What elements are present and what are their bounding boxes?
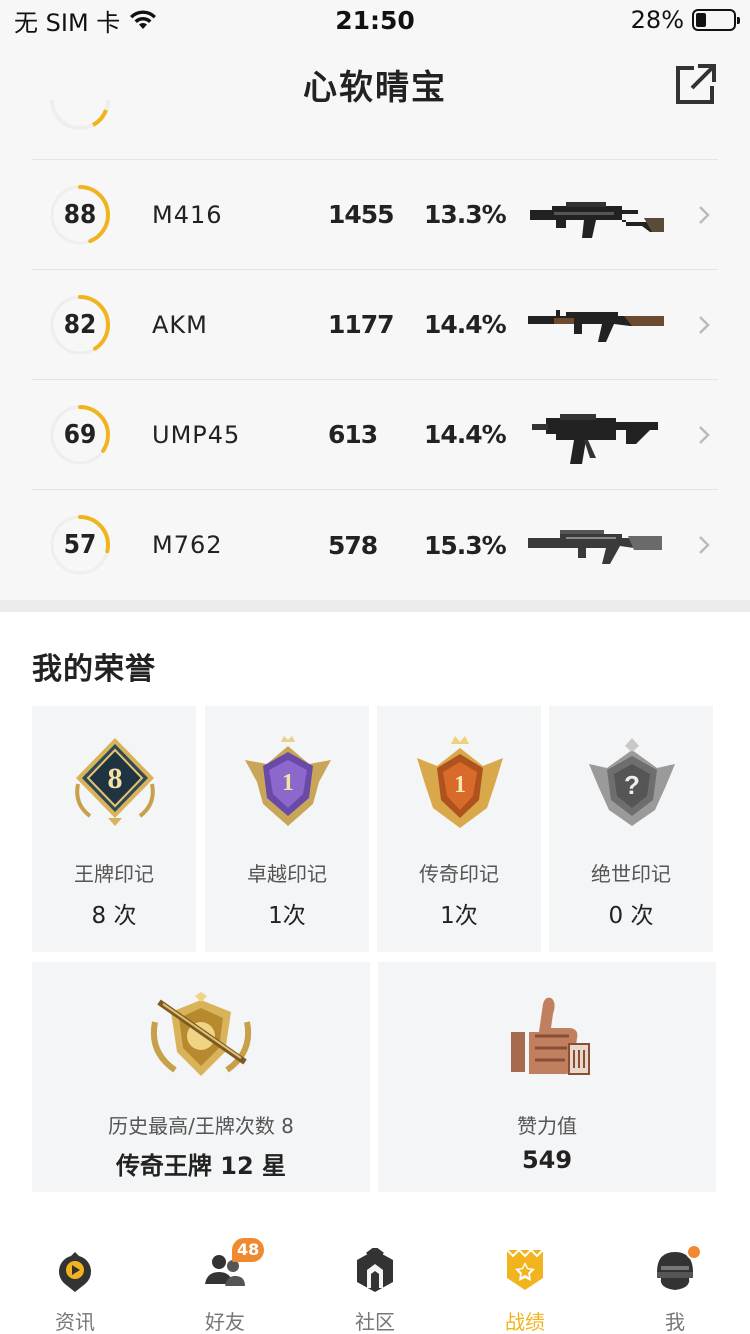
badge-number: 1 — [282, 770, 294, 796]
highest-rank-value: 传奇王牌 12 星 — [115, 1152, 287, 1180]
tab-bar: 资讯 48 好友 社区 战绩 我 — [0, 1232, 750, 1334]
share-icon[interactable] — [674, 62, 718, 106]
weapon-name: AKM — [152, 310, 208, 339]
weapon-rate: 14.4% — [424, 310, 507, 339]
conqueror-emblem-icon — [151, 992, 251, 1076]
weapon-kill-count: 613 — [328, 420, 378, 449]
page-title: 心软晴宝 — [303, 67, 447, 108]
notification-dot — [686, 1244, 702, 1260]
weapon-row[interactable]: 69 UMP45 613 14.4% — [32, 380, 718, 490]
ace-badge-icon: 8 — [75, 738, 155, 826]
badge-label: 绝世印记 — [591, 862, 671, 886]
highest-rank-label: 历史最高/王牌次数 8 — [108, 1114, 294, 1138]
weapon-kill-count: 1455 — [328, 200, 395, 229]
legend-badge-icon: 1 — [417, 736, 503, 828]
weapon-rate: 15.3% — [424, 530, 507, 560]
weapon-name: UMP45 — [152, 420, 241, 449]
friends-count-badge: 48 — [232, 1238, 265, 1262]
weapon-score: 88 — [63, 200, 97, 230]
carrier-text: 无 SIM 卡 — [14, 8, 121, 37]
weapon-name: M416 — [152, 200, 223, 229]
weapon-rate: 14.4% — [424, 420, 507, 449]
honor-section: 我的荣誉 8 王牌印记 8 次 1 卓越印记 1次 1 传奇印记 1次 ? 绝世… — [0, 612, 750, 1232]
weapon-kill-count: 578 — [328, 530, 378, 560]
badge-card-ace[interactable]: 8 王牌印记 8 次 — [32, 706, 196, 952]
badge-count: 0 次 — [608, 903, 654, 929]
chevron-right-icon — [699, 536, 710, 554]
weapon-name: M762 — [152, 531, 223, 559]
wifi-icon — [130, 10, 157, 29]
chevron-right-icon — [699, 426, 710, 444]
m416-rifle-icon — [530, 202, 664, 238]
m762-rifle-icon — [528, 530, 662, 564]
likes-card[interactable]: 赞力值 549 — [378, 962, 716, 1192]
honor-title: 我的荣誉 — [32, 652, 156, 687]
list-item-partial — [32, 100, 718, 160]
badge-number: ? — [624, 770, 640, 800]
likes-label: 赞力值 — [517, 1114, 577, 1138]
ump45-smg-icon — [532, 414, 658, 464]
tab-news[interactable]: 资讯 — [0, 1232, 150, 1334]
chevron-right-icon — [699, 206, 710, 224]
battery-percent: 28% — [630, 6, 684, 34]
weapon-row[interactable]: 57 M762 578 15.3% — [32, 490, 718, 600]
tab-label: 好友 — [205, 1310, 245, 1334]
badge-card-legend[interactable]: 1 传奇印记 1次 — [377, 706, 541, 952]
score-ring-partial — [50, 100, 110, 130]
akm-rifle-icon — [528, 310, 664, 342]
weapon-kill-count: 1177 — [328, 310, 395, 339]
tab-label: 战绩 — [505, 1310, 545, 1334]
weapon-score: 57 — [63, 530, 97, 560]
badge-number: 8 — [108, 762, 123, 795]
badge-count: 8 次 — [91, 903, 137, 929]
weapon-row[interactable]: 88 M416 1455 13.3% — [32, 160, 718, 270]
tab-label: 社区 — [355, 1310, 395, 1334]
record-icon — [506, 1248, 544, 1290]
badge-card-excellence[interactable]: 1 卓越印记 1次 — [205, 706, 369, 952]
highest-rank-card[interactable]: 历史最高/王牌次数 8 传奇王牌 12 星 — [32, 962, 370, 1192]
weapon-rate: 13.3% — [424, 200, 507, 229]
battery-fill — [696, 13, 707, 27]
tab-community[interactable]: 社区 — [300, 1232, 450, 1334]
tab-label: 资讯 — [55, 1310, 95, 1334]
weapon-score: 82 — [63, 310, 97, 340]
status-left: 无 SIM 卡 — [14, 3, 158, 38]
tab-label: 我 — [665, 1310, 685, 1334]
badge-number: 1 — [454, 772, 466, 798]
excellence-badge-icon: 1 — [245, 736, 331, 826]
likes-value: 549 — [521, 1146, 573, 1174]
section-divider — [0, 600, 750, 612]
badge-label: 卓越印记 — [247, 862, 327, 886]
community-icon — [357, 1248, 393, 1292]
thumbs-up-icon — [511, 997, 590, 1075]
peerless-badge-icon: ? — [589, 738, 675, 826]
badge-label: 王牌印记 — [74, 862, 154, 886]
status-bar: 无 SIM 卡 21:50 28% — [0, 0, 750, 40]
weapon-row[interactable]: 82 AKM 1177 14.4% — [32, 270, 718, 380]
battery-icon — [692, 9, 740, 31]
weapon-score: 69 — [63, 420, 97, 450]
tab-friends[interactable]: 48 好友 — [150, 1232, 300, 1334]
chevron-right-icon — [699, 316, 710, 334]
badge-count: 1次 — [440, 903, 478, 929]
weapon-list: 88 M416 1455 13.3% 82 AKM 1177 14.4% 69 UMP45 613 1… — [0, 100, 750, 600]
tab-record[interactable]: 战绩 — [450, 1232, 600, 1334]
tab-profile[interactable]: 我 — [600, 1232, 750, 1334]
news-icon — [59, 1252, 91, 1292]
badge-card-peerless[interactable]: ? 绝世印记 0 次 — [549, 706, 713, 952]
nav-bar: 心软晴宝 — [0, 40, 750, 128]
badge-count: 1次 — [268, 903, 306, 929]
status-right: 28% — [630, 6, 740, 34]
badge-label: 传奇印记 — [419, 862, 499, 886]
